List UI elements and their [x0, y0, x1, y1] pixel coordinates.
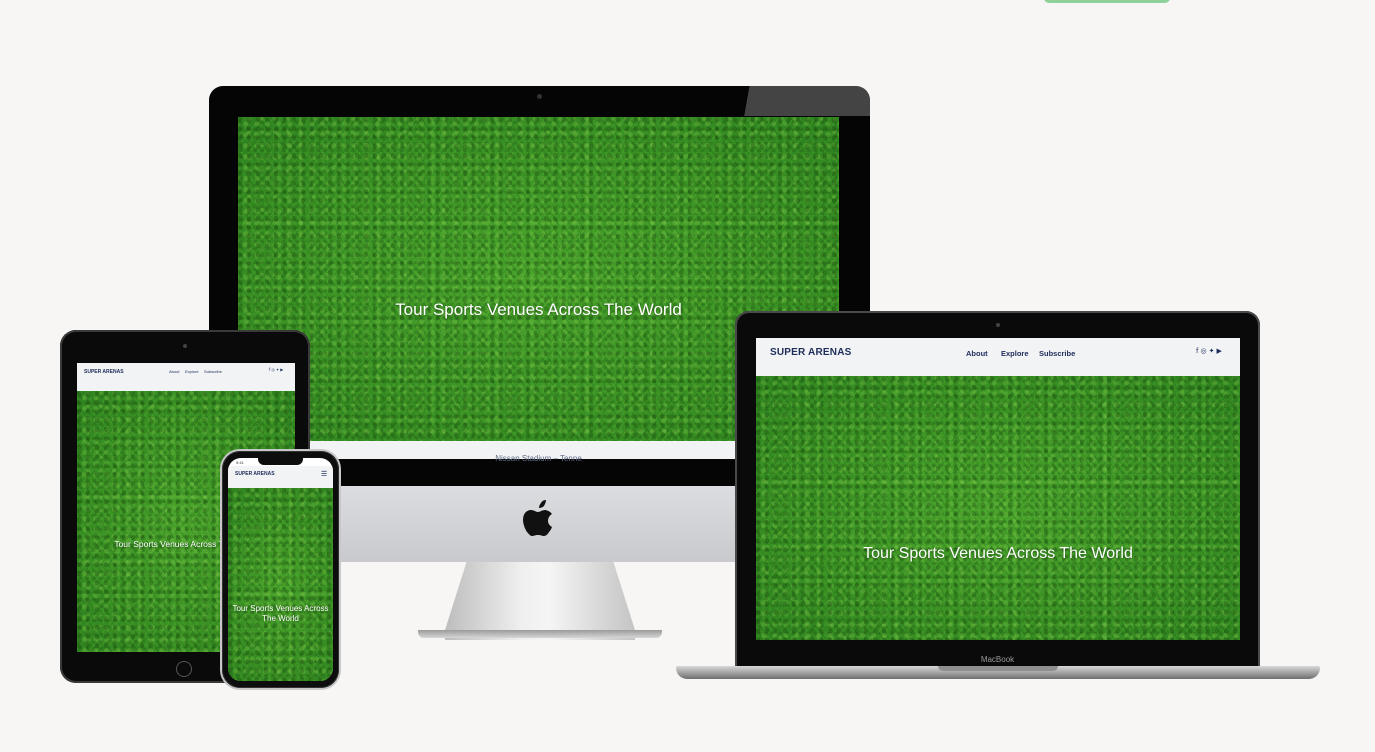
top-badge — [1044, 0, 1170, 3]
imac-stand-base — [418, 630, 662, 638]
apple-logo-icon — [521, 498, 561, 542]
ipad-nav-explore[interactable]: Explore — [185, 369, 199, 374]
iphone-navbar — [228, 466, 333, 488]
ipad-nav-about[interactable]: About — [169, 369, 179, 374]
macbook-nav-subscribe[interactable]: Subscribe — [1039, 349, 1075, 358]
iphone-brand-logo[interactable]: SUPER ARENAS — [235, 471, 275, 477]
macbook-social-icons: f◎✦▶ — [1196, 347, 1224, 355]
iphone-notch — [258, 458, 303, 465]
ipad-brand-logo[interactable]: SUPER ARENAS — [84, 369, 124, 375]
imac-stand — [445, 558, 635, 640]
macbook-hero-title: Tour Sports Venues Across The World — [863, 545, 1133, 562]
ipad-camera — [183, 344, 187, 348]
iphone-hero — [228, 488, 333, 681]
macbook-nav-explore[interactable]: Explore — [1001, 349, 1029, 358]
macbook-camera — [996, 323, 1000, 327]
macbook-screen: SUPER ARENAS About Explore Subscribe f◎✦… — [756, 338, 1240, 640]
macbook-brand-logo[interactable]: SUPER ARENAS — [770, 347, 852, 358]
imac-camera — [537, 94, 542, 99]
ipad-social-icons: f◎✦▶ — [269, 367, 284, 372]
iphone-status-time: 9:41 — [236, 460, 244, 465]
macbook-nav-about[interactable]: About — [966, 349, 988, 358]
macbook-label: MacBook — [980, 655, 1015, 664]
iphone-device: 9:41 SUPER ARENAS ☰ Tour Sports Venues A… — [222, 451, 339, 688]
iphone-screen: 9:41 SUPER ARENAS ☰ Tour Sports Venues A… — [228, 458, 333, 681]
youtube-icon[interactable]: ▶ — [280, 367, 284, 372]
macbook-notch — [938, 666, 1058, 671]
iphone-menu-icon[interactable]: ☰ — [321, 470, 327, 478]
ipad-home-button — [176, 661, 192, 677]
imac-glare — [729, 86, 870, 116]
macbook-device: MacBook SUPER ARENAS About Explore Subsc… — [676, 311, 1320, 681]
ipad-navbar — [77, 363, 295, 391]
iphone-hero-title: Tour Sports Venues Across The World — [232, 604, 329, 623]
instagram-icon[interactable]: ◎ — [1200, 347, 1208, 355]
youtube-icon[interactable]: ▶ — [1216, 347, 1223, 355]
ipad-nav-subscribe[interactable]: Subscribe — [204, 369, 222, 374]
macbook-hero — [756, 376, 1240, 640]
